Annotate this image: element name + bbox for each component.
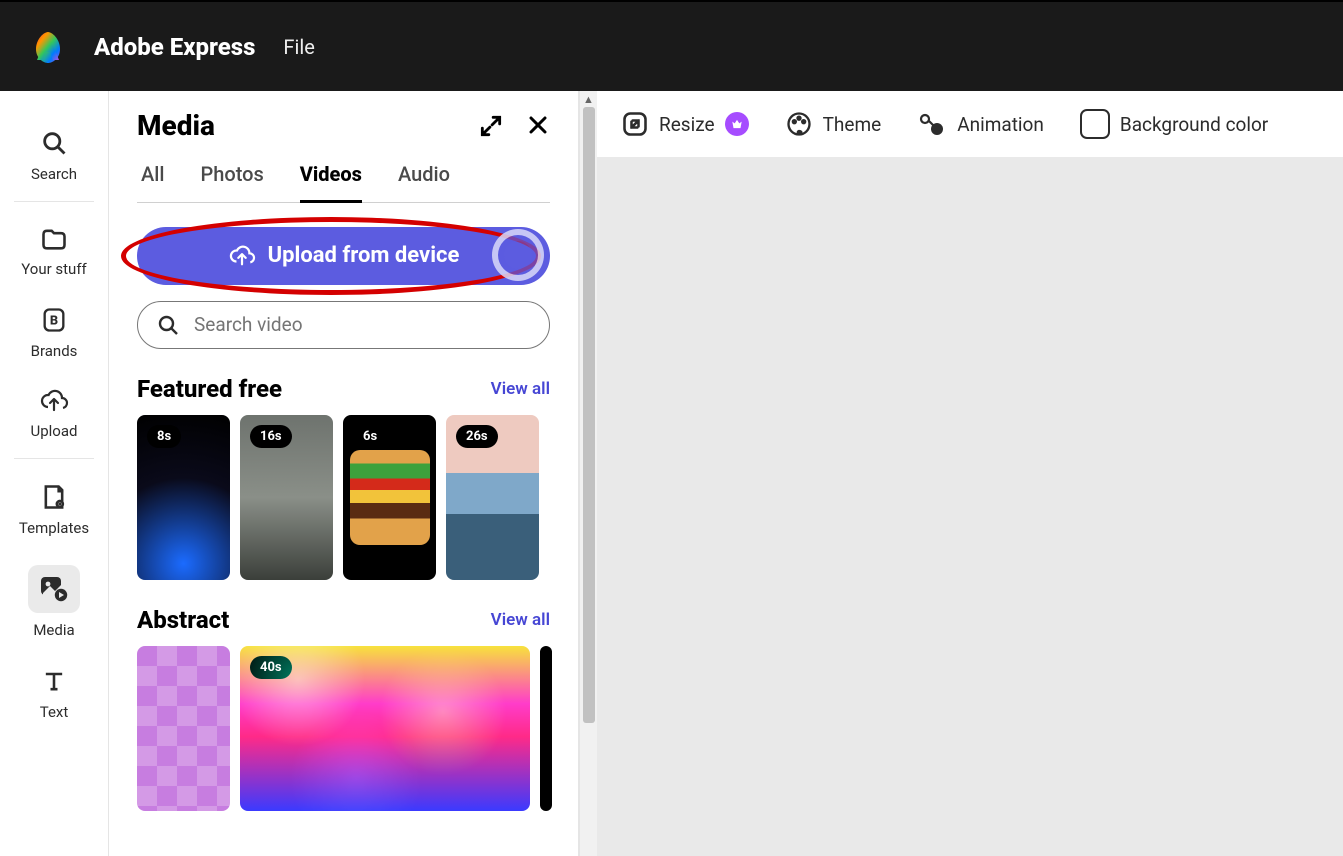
templates-icon bbox=[40, 483, 68, 511]
sidebar-item-label: Brands bbox=[31, 342, 78, 360]
panel-title: Media bbox=[137, 109, 215, 142]
adobe-express-logo-icon bbox=[30, 29, 66, 65]
sidebar-item-templates[interactable]: Templates bbox=[10, 469, 98, 551]
cloud-upload-icon bbox=[39, 388, 69, 414]
duration-badge: 16s bbox=[250, 425, 292, 448]
background-label: Background color bbox=[1120, 113, 1268, 136]
sidebar-item-text[interactable]: Text bbox=[10, 653, 98, 735]
video-thumb[interactable]: 6s bbox=[343, 415, 436, 580]
palette-icon bbox=[785, 110, 813, 138]
divider bbox=[14, 458, 94, 459]
svg-text:B: B bbox=[50, 314, 58, 329]
app-title: Adobe Express bbox=[94, 33, 255, 61]
sidebar-item-search[interactable]: Search bbox=[10, 115, 98, 197]
search-icon bbox=[40, 129, 68, 157]
close-icon[interactable] bbox=[526, 113, 550, 139]
canvas-area[interactable] bbox=[597, 157, 1343, 856]
video-thumb[interactable]: 40s bbox=[240, 646, 530, 811]
divider bbox=[14, 201, 94, 202]
resize-label: Resize bbox=[659, 113, 715, 136]
animation-button[interactable]: Animation bbox=[917, 111, 1044, 137]
background-swatch-icon bbox=[1080, 109, 1110, 139]
tab-videos[interactable]: Videos bbox=[300, 162, 362, 203]
media-tabs: All Photos Videos Audio bbox=[137, 152, 550, 203]
sidebar-item-label: Media bbox=[33, 621, 74, 639]
media-icon bbox=[28, 565, 80, 613]
sidebar-item-label: Templates bbox=[19, 519, 89, 537]
view-all-abstract[interactable]: View all bbox=[491, 610, 550, 630]
top-bar: Adobe Express File bbox=[0, 2, 1343, 91]
resize-button[interactable]: Resize bbox=[621, 110, 749, 138]
sidebar-item-your-stuff[interactable]: Your stuff bbox=[10, 212, 98, 292]
premium-badge-icon bbox=[725, 112, 749, 136]
tab-audio[interactable]: Audio bbox=[398, 162, 450, 202]
sidebar-item-label: Search bbox=[31, 165, 77, 183]
theme-button[interactable]: Theme bbox=[785, 110, 882, 138]
duration-badge: 6s bbox=[353, 425, 387, 448]
duration-badge: 26s bbox=[456, 425, 498, 448]
video-thumb[interactable] bbox=[137, 646, 230, 811]
animation-icon bbox=[917, 111, 947, 137]
canvas-action-bar: Resize Theme Animation Background colo bbox=[597, 91, 1343, 157]
sidebar-item-brands[interactable]: B Brands bbox=[10, 292, 98, 374]
theme-label: Theme bbox=[823, 113, 882, 136]
scroll-thumb[interactable] bbox=[583, 107, 595, 723]
brands-icon: B bbox=[40, 306, 68, 334]
section-title-abstract: Abstract bbox=[137, 606, 229, 634]
duration-badge: 40s bbox=[250, 656, 292, 679]
scroll-up-icon[interactable]: ▲ bbox=[583, 93, 594, 106]
search-video-field[interactable] bbox=[137, 301, 550, 349]
upload-from-device-button[interactable]: Upload from device bbox=[137, 227, 550, 285]
cloud-upload-icon bbox=[228, 244, 256, 268]
left-sidebar: Search Your stuff B Brands Upload bbox=[0, 91, 109, 856]
video-thumb[interactable]: 26s bbox=[446, 415, 539, 580]
duration-badge: 8s bbox=[147, 425, 181, 448]
sidebar-item-upload[interactable]: Upload bbox=[10, 374, 98, 454]
background-color-button[interactable]: Background color bbox=[1080, 109, 1268, 139]
upload-button-label: Upload from device bbox=[268, 243, 460, 268]
view-all-featured[interactable]: View all bbox=[491, 379, 550, 399]
text-icon bbox=[40, 667, 68, 695]
sidebar-item-media[interactable]: Media bbox=[28, 551, 80, 653]
sidebar-item-label: Your stuff bbox=[21, 260, 87, 278]
animation-label: Animation bbox=[957, 113, 1044, 136]
file-menu[interactable]: File bbox=[283, 35, 314, 59]
video-thumb[interactable]: 8s bbox=[137, 415, 230, 580]
tab-photos[interactable]: Photos bbox=[200, 162, 263, 202]
video-thumb[interactable] bbox=[540, 646, 552, 811]
tab-all[interactable]: All bbox=[141, 162, 164, 202]
search-input[interactable] bbox=[194, 313, 531, 336]
sidebar-item-label: Text bbox=[40, 703, 69, 721]
expand-icon[interactable] bbox=[478, 113, 504, 139]
folder-icon bbox=[40, 226, 68, 252]
search-icon bbox=[156, 313, 180, 337]
section-title-featured: Featured free bbox=[137, 375, 282, 403]
video-thumb[interactable]: 16s bbox=[240, 415, 333, 580]
media-panel: Media All Photos Videos Audio Upload f bbox=[109, 91, 579, 856]
sidebar-item-label: Upload bbox=[31, 422, 78, 440]
panel-scrollbar[interactable]: ▲ bbox=[579, 91, 597, 856]
resize-icon bbox=[621, 110, 649, 138]
